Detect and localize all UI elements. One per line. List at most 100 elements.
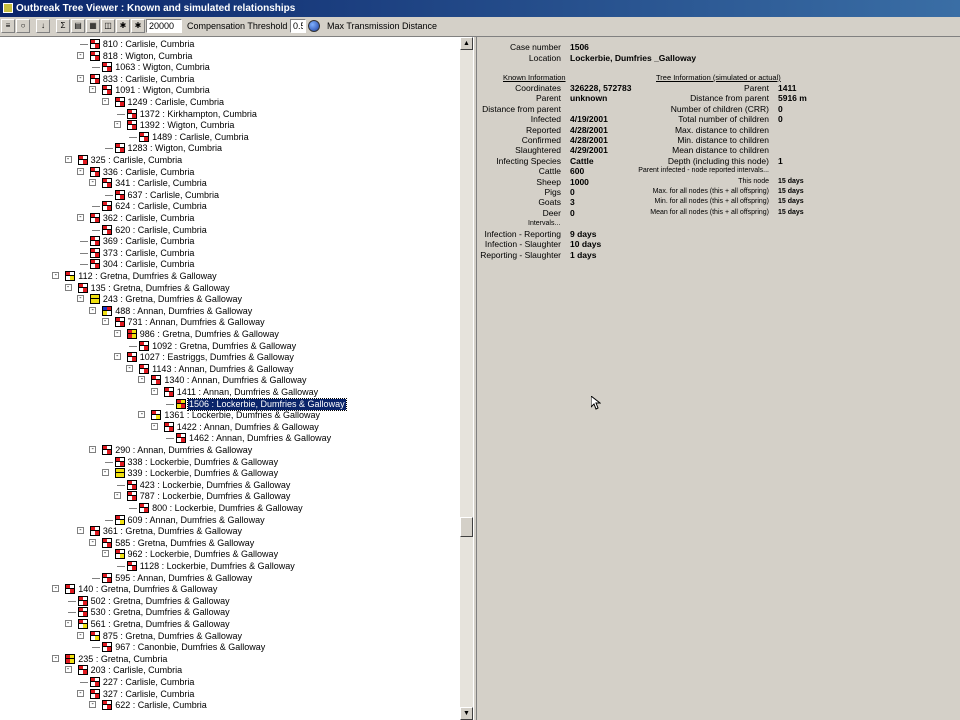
tree-connector [79,44,88,45]
collapse-toggle-icon[interactable]: - [89,306,97,314]
case-status-icon [102,201,113,212]
case-status-icon [102,62,113,73]
map-icon[interactable]: ◫ [101,19,115,33]
case-status-icon [89,236,100,247]
collapse-toggle-icon[interactable]: - [64,283,72,291]
tree-node-label: 1372 : Kirkhampton, Cumbria [139,108,257,119]
compensation-threshold-input[interactable] [290,19,306,33]
interval-label: Infection - Slaughter [484,239,561,250]
collapse-toggle-icon[interactable]: - [64,666,72,674]
collapse-toggle-icon[interactable]: - [89,538,97,546]
collapse-toggle-icon[interactable]: - [138,411,146,419]
scroll-thumb[interactable] [460,517,473,537]
tree-node-label: 986 : Gretna, Dumfries & Galloway [139,329,279,339]
tree-scrollbar[interactable]: ▲ ▼ [460,37,473,720]
tree-connector [116,484,125,486]
tree-node-label: 787 : Lockerbie, Dumfries & Galloway [139,491,291,502]
tree-node-label: 336 : Carlisle, Cumbria [102,166,195,177]
collapse-toggle-icon[interactable]: - [150,388,158,395]
case-status-icon [114,143,125,154]
tree-node-label: 1283 : Wigton, Cumbria [127,143,223,154]
globe-icon[interactable] [308,20,320,32]
collapse-toggle-icon[interactable]: - [76,51,84,59]
tree-connector [79,241,88,243]
collapse-toggle-icon[interactable]: - [89,446,97,453]
collapse-toggle-icon[interactable]: - [101,469,109,477]
collapse-toggle-icon[interactable]: - [76,214,84,221]
case-info-panel: Case number 1506 Location Lockerbie, Dum… [477,37,960,720]
sigma-icon[interactable]: Σ [56,19,70,33]
tree-node-label: 1249 : Carlisle, Cumbria [127,97,225,107]
case-status-icon [176,433,186,444]
collapse-toggle-icon[interactable]: - [138,376,146,384]
tree-node-label: 1411 : Annan, Dumfries & Galloway [176,387,319,397]
collapse-toggle-icon[interactable]: - [113,492,121,500]
collapse-toggle-icon[interactable]: - [76,74,84,82]
collapse-toggle-icon[interactable]: - [76,527,84,535]
collapse-toggle-icon[interactable]: - [76,167,84,175]
chart-icon[interactable]: ▤ [71,19,85,33]
collapse-toggle-icon[interactable]: - [64,620,72,627]
export-icon[interactable]: ▦ [86,19,100,33]
tree-node-label: 967 : Canonbie, Dumfries & Galloway [115,642,266,653]
case-status-icon [77,665,88,676]
tree-connector [79,682,88,683]
known-info-value: 0 [570,207,575,218]
known-info-label: Slaughtered [515,145,561,156]
collapse-toggle-icon[interactable]: - [113,353,121,361]
case-number-label: Case number [509,42,561,52]
known-info-value: 0 [570,187,575,197]
case-status-icon [126,120,137,131]
case-status-icon [151,410,162,421]
collapse-toggle-icon[interactable]: - [76,631,84,639]
interval-label: Infection - Reporting [484,229,561,239]
collapse-toggle-icon[interactable]: - [52,272,60,279]
known-info-label: Coordinates [515,83,561,93]
tree-node-label: 637 : Carlisle, Cumbria [127,189,220,200]
collapse-toggle-icon[interactable]: - [101,98,109,105]
collapse-toggle-icon[interactable]: - [113,121,121,129]
collapse-toggle-icon[interactable]: - [101,550,109,558]
refresh-icon[interactable]: ○ [16,19,30,33]
known-info-value: Cattle [570,155,594,166]
case-status-icon [114,189,125,200]
tree-connector [92,577,101,579]
collapse-toggle-icon[interactable]: - [52,654,60,662]
collapse-toggle-icon[interactable]: - [101,318,109,326]
tree-node-label: 1361 : Lockerbie, Dumfries & Galloway [164,410,320,421]
tree-info-value: 15 days [778,208,804,216]
case-status-icon [77,619,88,629]
case-status-icon [139,503,150,513]
collapse-toggle-icon[interactable]: - [89,86,97,94]
tree-connector [116,566,125,567]
scroll-down-icon[interactable]: ▼ [460,707,473,720]
collapse-toggle-icon[interactable]: - [89,701,97,709]
collapse-toggle-icon[interactable]: - [89,179,97,187]
collapse-toggle-icon[interactable]: - [76,295,84,303]
collapse-toggle-icon[interactable]: - [126,364,134,372]
outbreak-tree[interactable]: 810 : Carlisle, Cumbria - 818 : Wigton, Cu… [0,37,460,720]
tree-info-value: 0 [778,103,783,114]
tree-info-value: 15 days [778,188,804,195]
case-status-icon [151,375,162,386]
collapse-toggle-icon[interactable]: - [52,585,60,593]
sort-icon[interactable]: ↓ [36,19,50,33]
tree-node-label: 361 : Gretna, Dumfries & Galloway [102,526,242,537]
collapse-toggle-icon[interactable]: - [150,422,158,430]
case-status-icon [102,85,113,96]
collapse-toggle-icon[interactable]: - [64,156,72,163]
known-info-value: 600 [570,166,585,177]
tree-info-label: Parent [743,83,769,93]
distance-input[interactable] [146,19,182,33]
tree-view-icon[interactable]: ≡ [1,19,15,33]
collapse-toggle-icon[interactable]: - [113,330,121,337]
group-icon-2[interactable]: ✱ [131,19,145,33]
title-bar: Outbreak Tree Viewer : Known and simulat… [0,0,960,17]
case-status-icon [139,340,150,351]
tree-info-value: 5916 m [778,93,807,104]
case-status-icon [102,537,113,548]
group-icon-1[interactable]: ✱ [116,19,130,33]
scroll-up-icon[interactable]: ▲ [460,37,473,50]
known-info-label: Pigs [544,187,561,197]
collapse-toggle-icon[interactable]: - [76,689,84,697]
